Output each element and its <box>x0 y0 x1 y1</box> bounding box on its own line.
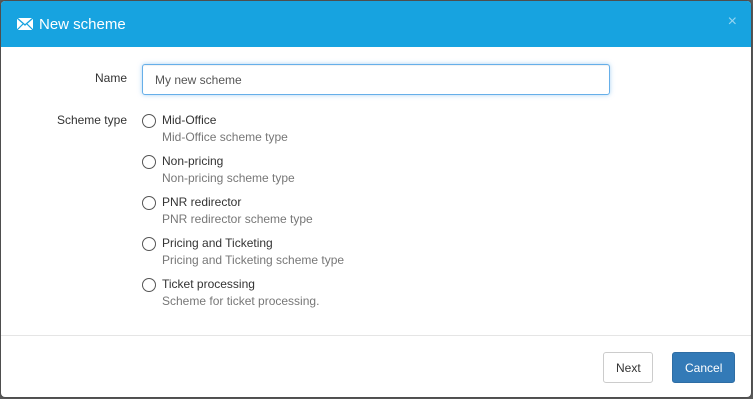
option-description: PNR redirector scheme type <box>162 212 313 226</box>
name-label: Name <box>94 71 127 85</box>
option-description: Non-pricing scheme type <box>162 171 295 185</box>
dialog-body: Name Scheme type Mid-Office Mid-Office s… <box>1 47 751 335</box>
name-input[interactable] <box>142 64 610 95</box>
dialog-header: New scheme × <box>1 1 751 47</box>
option-label[interactable]: Pricing and Ticketing <box>162 236 273 250</box>
option-label[interactable]: PNR redirector <box>162 195 241 209</box>
option-description: Mid-Office scheme type <box>162 130 288 144</box>
cancel-button[interactable]: Cancel <box>672 352 735 383</box>
radio-button[interactable] <box>142 237 156 251</box>
envelope-icon <box>16 16 34 30</box>
option-description: Scheme for ticket processing. <box>162 294 320 308</box>
scheme-type-label: Scheme type <box>56 113 127 127</box>
option-label[interactable]: Mid-Office <box>162 113 216 127</box>
option-description: Pricing and Ticketing scheme type <box>162 253 345 267</box>
dialog-title: New scheme <box>39 15 126 33</box>
new-scheme-dialog: New scheme × Name Scheme type Mid-Office… <box>1 1 751 397</box>
radio-button[interactable] <box>142 196 156 210</box>
option-label[interactable]: Ticket processing <box>162 277 255 291</box>
next-button[interactable]: Next <box>603 352 653 383</box>
close-icon[interactable]: × <box>728 14 737 30</box>
radio-button[interactable] <box>142 278 156 292</box>
radio-button[interactable] <box>142 155 156 169</box>
radio-button[interactable] <box>142 114 156 128</box>
dialog-footer: Next Cancel <box>1 335 751 397</box>
option-label[interactable]: Non-pricing <box>162 154 223 168</box>
